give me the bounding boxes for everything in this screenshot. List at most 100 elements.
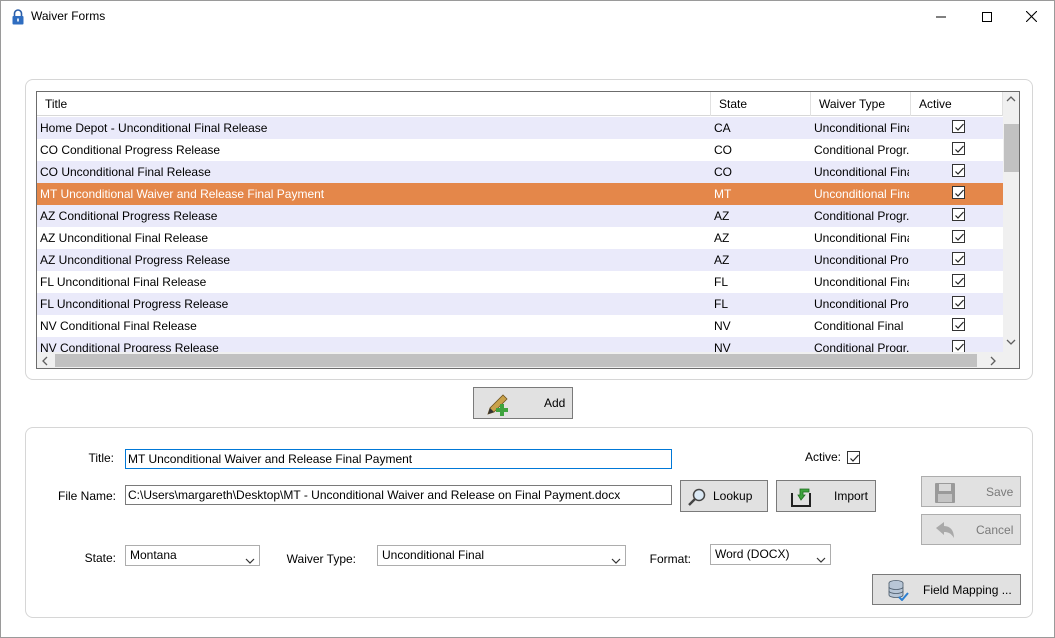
table-row[interactable]: Home Depot - Unconditional Final Release… <box>37 117 1003 139</box>
floppy-disk-icon <box>934 482 956 507</box>
lookup-button[interactable]: Lookup <box>680 480 768 512</box>
cell-title: FL Unconditional Final Release <box>40 275 207 289</box>
checkbox-box <box>952 164 965 177</box>
horizontal-scroll-thumb[interactable] <box>55 354 977 367</box>
checkmark-icon <box>955 145 964 153</box>
cell-title: CO Conditional Progress Release <box>40 143 221 157</box>
waiver-grid[interactable]: Title State Waiver Type Active Home Depo… <box>36 91 1020 369</box>
scrollbar-corner <box>1003 352 1019 368</box>
active-checkbox[interactable] <box>952 252 968 268</box>
waiver-type-select-value: Unconditional Final <box>382 548 485 562</box>
vertical-scrollbar[interactable] <box>1003 92 1019 352</box>
import-button[interactable]: Import <box>776 480 876 512</box>
cell-title: Home Depot - Unconditional Final Release <box>40 121 268 135</box>
column-header-active[interactable]: Active <box>911 92 1003 116</box>
cell-state: AZ <box>714 209 730 223</box>
cell-title: NV Conditional Progress Release <box>40 341 219 352</box>
cell-state: CO <box>714 165 732 179</box>
table-row[interactable]: NV Conditional Progress Release NV Conditi… <box>37 337 1003 352</box>
checkmark-icon <box>955 255 964 263</box>
active-checkbox[interactable] <box>952 340 968 352</box>
save-button[interactable]: Save <box>921 476 1021 507</box>
scroll-down-icon[interactable] <box>1006 339 1016 346</box>
cell-title: MT Unconditional Waiver and Release Fina… <box>40 187 325 201</box>
table-row[interactable]: CO Conditional Progress Release CO Conditi… <box>37 139 1003 161</box>
waiver-type-select[interactable]: Unconditional Final <box>377 545 626 566</box>
table-row[interactable]: AZ Conditional Progress Release AZ Conditi… <box>37 205 1003 227</box>
cell-waiver-type: Unconditional Pro... <box>814 297 909 311</box>
cell-state: AZ <box>714 231 730 245</box>
active-checkbox[interactable] <box>952 164 968 180</box>
add-button[interactable]: Add <box>473 387 573 419</box>
vertical-scroll-thumb[interactable] <box>1004 124 1019 172</box>
cell-waiver-type: Unconditional Pro... <box>814 253 909 267</box>
checkbox-box <box>952 318 965 331</box>
close-button[interactable] <box>1008 1 1054 32</box>
maximize-button[interactable] <box>964 1 1010 32</box>
checkmark-icon <box>955 343 964 351</box>
active-checkbox[interactable] <box>952 186 968 202</box>
format-label: Format: <box>649 552 691 566</box>
database-icon <box>887 579 909 604</box>
active-checkbox[interactable] <box>952 142 968 158</box>
table-row[interactable]: NV Conditional Final Release NV Conditiona… <box>37 315 1003 337</box>
cell-title: AZ Conditional Progress Release <box>40 209 218 223</box>
scroll-right-icon[interactable] <box>990 356 997 366</box>
file-name-input[interactable]: C:\Users\margareth\Desktop\MT - Uncondit… <box>125 485 672 505</box>
checkbox-box <box>952 340 965 352</box>
active-checkbox[interactable] <box>952 230 968 246</box>
cell-waiver-type: Unconditional Final <box>814 231 909 245</box>
cell-waiver-type: Unconditional Final <box>814 165 909 179</box>
active-checkbox[interactable] <box>952 274 968 290</box>
import-icon <box>789 485 815 512</box>
chevron-down-icon <box>611 552 621 571</box>
checkmark-icon <box>955 189 964 197</box>
scroll-left-icon[interactable] <box>41 356 48 366</box>
table-row[interactable]: MT Unconditional Waiver and Release Fina… <box>37 183 1003 205</box>
active-checkbox[interactable] <box>847 451 860 464</box>
horizontal-scrollbar[interactable] <box>37 352 1003 368</box>
cell-state: AZ <box>714 253 730 267</box>
cell-title: CO Unconditional Final Release <box>40 165 211 179</box>
table-row[interactable]: FL Unconditional Final Release FL Uncondit… <box>37 271 1003 293</box>
title-input[interactable]: MT Unconditional Waiver and Release Fina… <box>125 449 672 469</box>
checkbox-box <box>952 296 965 309</box>
file-name-label: File Name: <box>57 489 116 503</box>
cell-state: MT <box>714 187 732 201</box>
cancel-button-label: Cancel <box>976 523 1014 537</box>
column-header-title[interactable]: Title <box>37 92 711 116</box>
cell-title: AZ Unconditional Progress Release <box>40 253 231 267</box>
table-row[interactable]: AZ Unconditional Progress Release AZ Uncon… <box>37 249 1003 271</box>
column-header-state[interactable]: State <box>711 92 811 116</box>
title-label: Title: <box>88 451 114 465</box>
column-header-waiver-type[interactable]: Waiver Type <box>811 92 911 116</box>
field-mapping-button[interactable]: Field Mapping ... <box>872 574 1021 605</box>
table-row[interactable]: FL Unconditional Progress Release FL Uncon… <box>37 293 1003 315</box>
table-row[interactable]: AZ Unconditional Final Release AZ Uncondit… <box>37 227 1003 249</box>
window-title: Waiver Forms <box>31 9 106 23</box>
checkbox-box <box>952 252 965 265</box>
checkmark-icon <box>955 321 964 329</box>
format-select-value: Word (DOCX) <box>715 547 790 561</box>
add-button-label: Add <box>544 396 566 410</box>
cell-waiver-type: Unconditional Final <box>814 187 909 201</box>
cancel-button[interactable]: Cancel <box>921 514 1021 545</box>
checkbox-box <box>952 208 965 221</box>
cell-state: NV <box>714 341 731 352</box>
close-icon <box>1025 11 1037 22</box>
state-select[interactable]: Montana <box>125 545 260 566</box>
cell-state: CA <box>714 121 731 135</box>
minimize-button[interactable] <box>918 1 964 32</box>
format-select[interactable]: Word (DOCX) <box>710 544 831 565</box>
cell-waiver-type: Conditional Progr... <box>814 209 909 223</box>
active-checkbox[interactable] <box>952 208 968 224</box>
cell-title: AZ Unconditional Final Release <box>40 231 209 245</box>
scroll-up-icon[interactable] <box>1006 95 1016 102</box>
active-checkbox[interactable] <box>952 318 968 334</box>
active-checkbox[interactable] <box>952 120 968 136</box>
table-row[interactable]: CO Unconditional Final Release CO Uncondit… <box>37 161 1003 183</box>
field-mapping-button-label: Field Mapping ... <box>923 583 1012 597</box>
magnifier-icon <box>687 487 707 510</box>
active-checkbox[interactable] <box>952 296 968 312</box>
checkmark-icon <box>955 233 964 241</box>
